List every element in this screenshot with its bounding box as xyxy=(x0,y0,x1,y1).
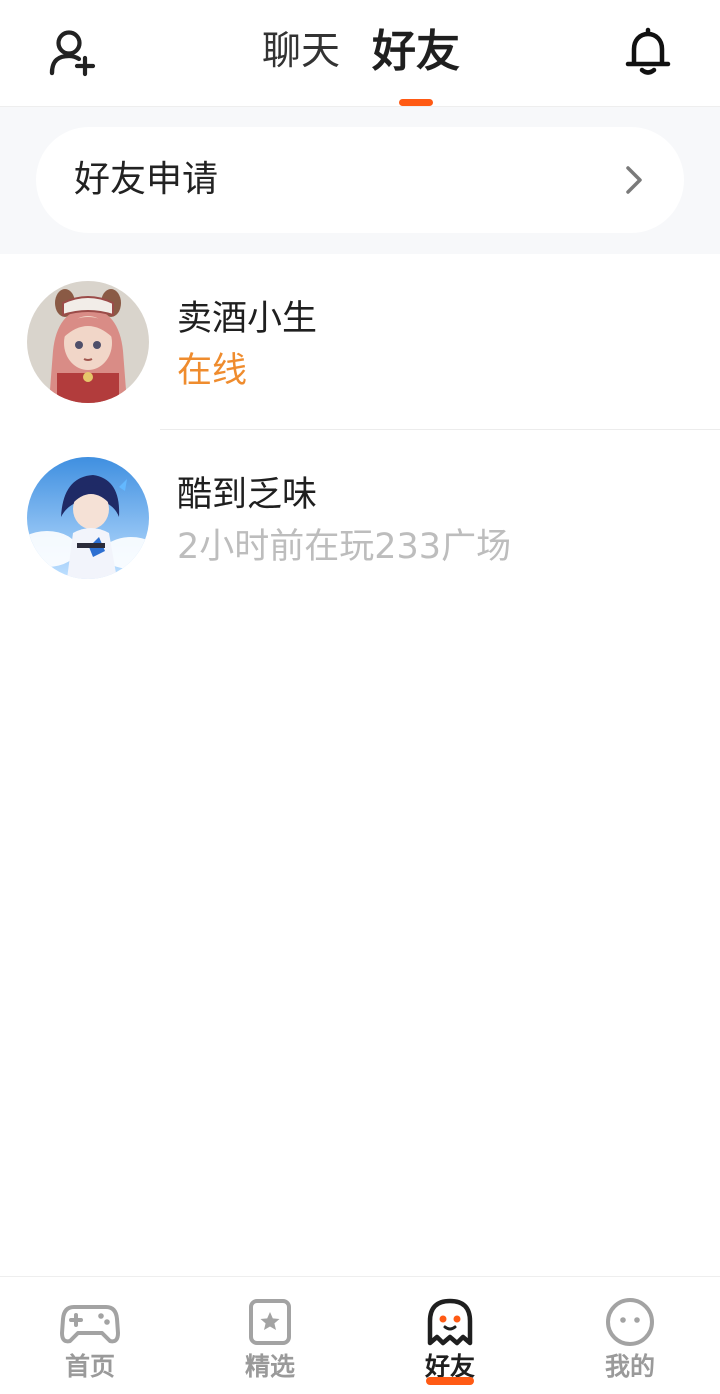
chevron-right-icon xyxy=(622,164,646,196)
ghost-icon xyxy=(420,1297,480,1349)
friend-list: 卖酒小生 在线 酷到乏味 2小时前在玩233广场 xyxy=(0,254,720,606)
nav-label: 精选 xyxy=(244,1352,295,1381)
nav-mine[interactable]: 我的 xyxy=(540,1277,720,1394)
avatar[interactable] xyxy=(27,281,149,403)
active-tab-indicator xyxy=(399,99,433,106)
nav-label: 首页 xyxy=(64,1352,115,1381)
gamepad-icon xyxy=(60,1297,120,1349)
friend-status: 在线 xyxy=(177,351,248,391)
nav-home[interactable]: 首页 xyxy=(0,1277,180,1394)
nav-label: 我的 xyxy=(604,1352,655,1381)
tab-friends[interactable]: 好友 xyxy=(372,22,460,82)
friend-request-button[interactable]: 好友申请 xyxy=(36,127,684,233)
active-nav-indicator xyxy=(426,1377,474,1385)
bell-icon[interactable] xyxy=(620,24,676,80)
friend-name: 酷到乏味 xyxy=(177,475,318,515)
friend-name: 卖酒小生 xyxy=(177,299,318,339)
friend-row[interactable]: 酷到乏味 2小时前在玩233广场 xyxy=(0,430,720,606)
top-header: 聊天 好友 xyxy=(0,0,720,107)
friend-row[interactable]: 卖酒小生 在线 xyxy=(0,254,720,430)
nav-friends[interactable]: 好友 xyxy=(360,1277,540,1394)
face-icon xyxy=(600,1297,660,1349)
tab-chat[interactable]: 聊天 xyxy=(262,22,340,82)
friend-status: 2小时前在玩233广场 xyxy=(177,527,512,567)
bottom-nav: 首页 精选 好友 我的 xyxy=(0,1276,720,1394)
star-icon xyxy=(240,1297,300,1349)
avatar[interactable] xyxy=(27,457,149,579)
tab-bar: 聊天 好友 xyxy=(0,0,720,107)
friend-request-label: 好友申请 xyxy=(74,159,219,200)
nav-featured[interactable]: 精选 xyxy=(180,1277,360,1394)
friend-request-section: 好友申请 xyxy=(0,107,720,254)
